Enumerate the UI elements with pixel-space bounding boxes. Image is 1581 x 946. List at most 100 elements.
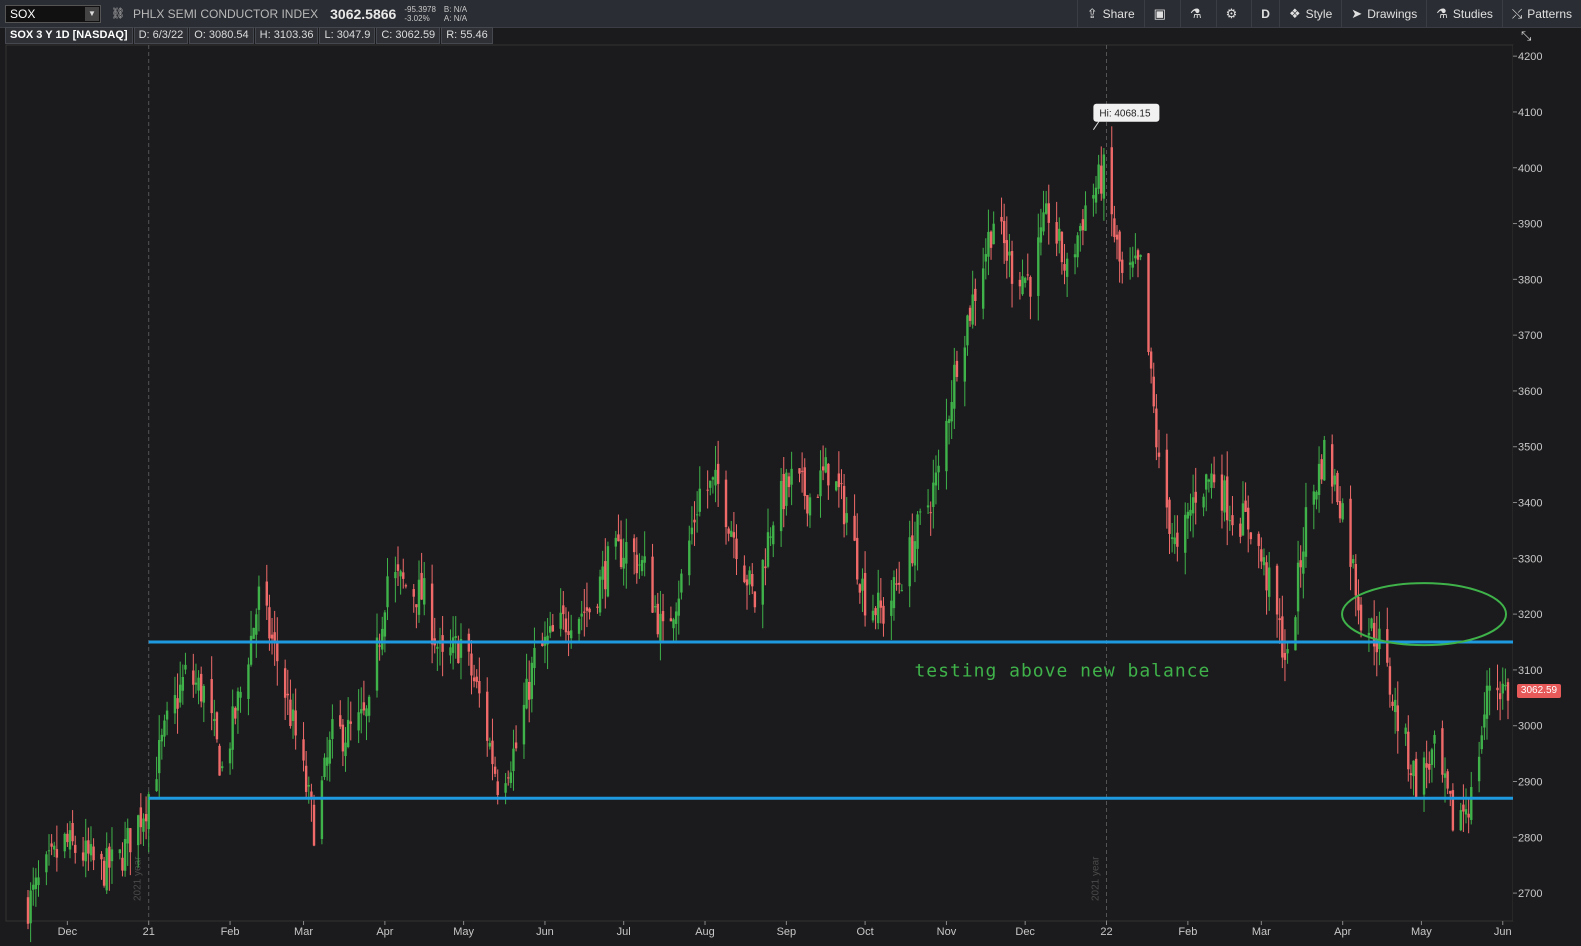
candle-body — [1391, 701, 1394, 706]
candle-body — [569, 630, 573, 639]
candle-body — [533, 647, 536, 669]
candle-body — [220, 766, 224, 769]
candle-body — [1441, 728, 1444, 775]
candle-body — [1506, 682, 1510, 701]
candle-body — [1239, 523, 1242, 537]
time-axis[interactable]: Dec 21 Feb Mar Apr May Jun Jul Aug Sep Oct Nov Dec 22… — [58, 921, 1512, 938]
candle-body — [790, 468, 793, 485]
candle-body — [289, 699, 292, 726]
candle-body — [753, 591, 757, 608]
candle-body — [47, 850, 51, 852]
candle-body — [1191, 497, 1195, 514]
candle-body — [1081, 219, 1085, 231]
x-tick-label: Jul — [617, 926, 631, 938]
candle-body — [1247, 507, 1250, 530]
candle-body — [945, 420, 948, 472]
candle-body — [194, 682, 198, 685]
candle-body — [121, 857, 124, 871]
candle-body — [680, 573, 683, 593]
candle-body — [798, 468, 801, 474]
candle-body — [1428, 763, 1431, 770]
x-tick-label: Mar — [1252, 926, 1271, 938]
price-chart[interactable]: 2021 year 2021 year 2700 2800 2900 3000 3100 3… — [0, 0, 1581, 946]
candle-body — [669, 618, 673, 622]
candle-body — [328, 739, 331, 764]
candle-body — [1118, 231, 1121, 262]
candle-body — [1210, 473, 1213, 488]
candle-body — [66, 833, 69, 843]
candle-body — [567, 631, 570, 635]
candle-body — [129, 828, 132, 853]
candle-body — [1351, 559, 1355, 564]
candle-body — [732, 532, 736, 538]
x-tick-label: May — [1411, 926, 1432, 938]
candle-body — [966, 315, 969, 346]
candle-body — [913, 541, 917, 566]
price-axis[interactable]: 2700 2800 2900 3000 3100 3200 3300 3400 3500 3600… — [1513, 45, 1581, 921]
candle-body — [1341, 503, 1344, 520]
candle-body — [632, 538, 636, 553]
candle-body — [525, 678, 528, 709]
x-tick-label: Jun — [536, 926, 554, 938]
candle-body — [1147, 253, 1150, 353]
candle-body — [900, 590, 904, 592]
candle-body — [1023, 277, 1027, 283]
candle-body — [892, 577, 896, 609]
y-tick-label: 3600 — [1518, 386, 1542, 398]
candle-body — [74, 844, 77, 853]
candle-body — [1042, 212, 1045, 232]
candle-body — [1092, 195, 1095, 199]
candle-body — [1323, 439, 1326, 481]
candle-body — [341, 724, 345, 752]
candle-body — [932, 482, 935, 508]
candle-body — [488, 742, 492, 747]
candle-body — [199, 673, 203, 702]
candle-body — [1338, 501, 1342, 519]
candle-body — [782, 473, 785, 510]
candle-body — [619, 539, 623, 568]
candle-body — [693, 519, 696, 523]
candle-body — [197, 677, 200, 691]
candle-body — [601, 566, 604, 580]
candle-body — [210, 679, 213, 714]
candle-body — [1058, 228, 1061, 241]
candle-body — [598, 576, 602, 613]
candle-body — [26, 897, 30, 924]
candle-body — [349, 721, 352, 724]
candle-body — [522, 704, 526, 745]
candle-body — [1433, 734, 1436, 744]
candle-body — [346, 719, 350, 747]
candle-body — [504, 783, 507, 793]
candle-body — [118, 849, 122, 854]
candle-body — [748, 570, 751, 585]
y-tick-label: 3400 — [1518, 498, 1542, 510]
candle-body — [1079, 226, 1082, 232]
candle-body — [270, 634, 274, 639]
candle-body — [1404, 727, 1407, 734]
candle-body — [916, 514, 919, 549]
candle-body — [367, 696, 371, 716]
candle-body — [84, 840, 87, 862]
candle-body — [947, 419, 951, 424]
candle-body — [1268, 567, 1271, 597]
candle-body — [622, 557, 625, 569]
candle-body — [953, 364, 956, 409]
candle-body — [231, 706, 234, 750]
candle-body — [677, 598, 680, 616]
candle-body — [974, 288, 977, 302]
candle-body — [929, 512, 932, 514]
candle-body — [123, 839, 127, 871]
candle-body — [1121, 259, 1124, 273]
x-tick-label: Sep — [777, 926, 797, 938]
candle-body — [638, 564, 641, 566]
candle-body — [402, 572, 405, 579]
candle-body — [1131, 261, 1134, 268]
x-tick-label: Apr — [1334, 926, 1351, 938]
y-tick-label: 4000 — [1518, 163, 1542, 175]
candle-body — [1283, 652, 1287, 660]
candle-body — [252, 627, 255, 639]
candle-body — [1336, 472, 1339, 503]
candle-body — [1333, 475, 1337, 485]
candle-body — [706, 489, 709, 491]
candle-body — [1278, 618, 1281, 621]
